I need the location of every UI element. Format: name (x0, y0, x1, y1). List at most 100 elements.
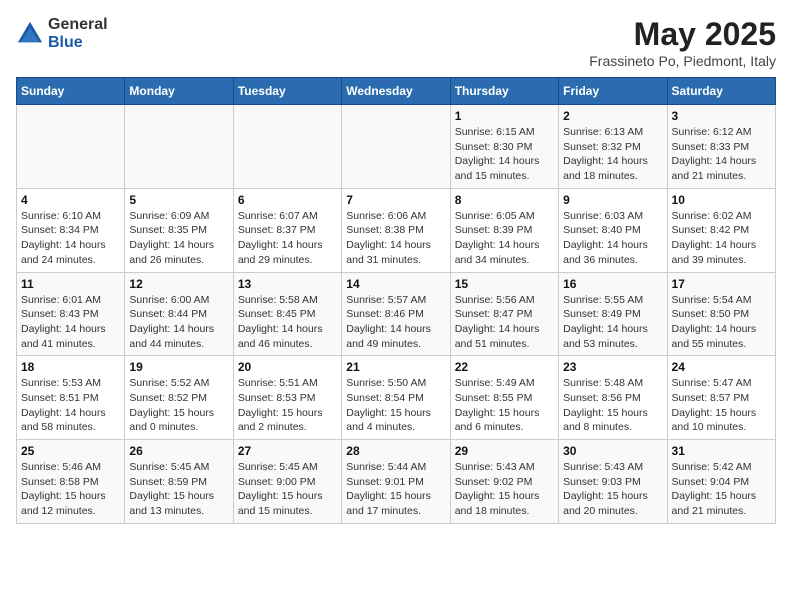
day-info: Sunrise: 5:43 AMSunset: 9:02 PMDaylight:… (455, 460, 554, 519)
day-info: Sunrise: 5:49 AMSunset: 8:55 PMDaylight:… (455, 376, 554, 435)
day-number: 14 (346, 277, 445, 291)
day-number: 5 (129, 193, 228, 207)
header-day-friday: Friday (559, 78, 667, 105)
week-row-2: 4Sunrise: 6:10 AMSunset: 8:34 PMDaylight… (17, 188, 776, 272)
day-info: Sunrise: 6:12 AMSunset: 8:33 PMDaylight:… (672, 125, 771, 184)
day-number: 3 (672, 109, 771, 123)
header-day-sunday: Sunday (17, 78, 125, 105)
day-info: Sunrise: 6:07 AMSunset: 8:37 PMDaylight:… (238, 209, 337, 268)
day-info: Sunrise: 5:57 AMSunset: 8:46 PMDaylight:… (346, 293, 445, 352)
day-info: Sunrise: 5:47 AMSunset: 8:57 PMDaylight:… (672, 376, 771, 435)
header-day-thursday: Thursday (450, 78, 558, 105)
day-info: Sunrise: 5:52 AMSunset: 8:52 PMDaylight:… (129, 376, 228, 435)
calendar-cell: 27 Sunrise: 5:45 AMSunset: 9:00 PMDayligh… (233, 440, 341, 524)
day-info: Sunrise: 5:56 AMSunset: 8:47 PMDaylight:… (455, 293, 554, 352)
calendar-cell: 29 Sunrise: 5:43 AMSunset: 9:02 PMDayligh… (450, 440, 558, 524)
day-number: 29 (455, 444, 554, 458)
day-number: 19 (129, 360, 228, 374)
calendar-cell: 2 Sunrise: 6:13 AMSunset: 8:32 PMDaylight… (559, 105, 667, 189)
logo-blue: Blue (48, 34, 108, 52)
header-row: SundayMondayTuesdayWednesdayThursdayFrid… (17, 78, 776, 105)
day-number: 23 (563, 360, 662, 374)
calendar-cell: 6 Sunrise: 6:07 AMSunset: 8:37 PMDaylight… (233, 188, 341, 272)
day-info: Sunrise: 5:58 AMSunset: 8:45 PMDaylight:… (238, 293, 337, 352)
logo-general: General (48, 16, 108, 34)
week-row-3: 11Sunrise: 6:01 AMSunset: 8:43 PMDayligh… (17, 272, 776, 356)
calendar-cell: 20 Sunrise: 5:51 AMSunset: 8:53 PMDayligh… (233, 356, 341, 440)
day-info: Sunrise: 6:13 AMSunset: 8:32 PMDaylight:… (563, 125, 662, 184)
day-number: 26 (129, 444, 228, 458)
day-number: 27 (238, 444, 337, 458)
day-info: Sunrise: 6:05 AMSunset: 8:39 PMDaylight:… (455, 209, 554, 268)
calendar-cell (125, 105, 233, 189)
calendar-cell: 3 Sunrise: 6:12 AMSunset: 8:33 PMDaylight… (667, 105, 775, 189)
day-number: 1 (455, 109, 554, 123)
calendar-cell: 26 Sunrise: 5:45 AMSunset: 8:59 PMDayligh… (125, 440, 233, 524)
day-number: 6 (238, 193, 337, 207)
calendar-header: SundayMondayTuesdayWednesdayThursdayFrid… (17, 78, 776, 105)
day-info: Sunrise: 6:09 AMSunset: 8:35 PMDaylight:… (129, 209, 228, 268)
day-info: Sunrise: 5:45 AMSunset: 9:00 PMDaylight:… (238, 460, 337, 519)
day-number: 16 (563, 277, 662, 291)
day-number: 2 (563, 109, 662, 123)
calendar-cell: 11Sunrise: 6:01 AMSunset: 8:43 PMDayligh… (17, 272, 125, 356)
day-info: Sunrise: 5:55 AMSunset: 8:49 PMDaylight:… (563, 293, 662, 352)
header-day-tuesday: Tuesday (233, 78, 341, 105)
logo-icon (16, 20, 44, 48)
day-number: 8 (455, 193, 554, 207)
calendar-cell: 18 Sunrise: 5:53 AMSunset: 8:51 PMDayligh… (17, 356, 125, 440)
calendar-cell: 30Sunrise: 5:43 AMSunset: 9:03 PMDayligh… (559, 440, 667, 524)
calendar-cell: 24Sunrise: 5:47 AMSunset: 8:57 PMDayligh… (667, 356, 775, 440)
calendar-cell: 16 Sunrise: 5:55 AMSunset: 8:49 PMDayligh… (559, 272, 667, 356)
calendar-cell: 31Sunrise: 5:42 AMSunset: 9:04 PMDayligh… (667, 440, 775, 524)
calendar-cell: 25Sunrise: 5:46 AMSunset: 8:58 PMDayligh… (17, 440, 125, 524)
day-info: Sunrise: 6:00 AMSunset: 8:44 PMDaylight:… (129, 293, 228, 352)
calendar-cell: 23 Sunrise: 5:48 AMSunset: 8:56 PMDayligh… (559, 356, 667, 440)
header-day-wednesday: Wednesday (342, 78, 450, 105)
day-info: Sunrise: 5:45 AMSunset: 8:59 PMDaylight:… (129, 460, 228, 519)
subtitle: Frassineto Po, Piedmont, Italy (589, 53, 776, 69)
day-info: Sunrise: 5:51 AMSunset: 8:53 PMDaylight:… (238, 376, 337, 435)
page-header: General Blue May 2025 Frassineto Po, Pie… (16, 16, 776, 69)
calendar-cell: 5 Sunrise: 6:09 AMSunset: 8:35 PMDaylight… (125, 188, 233, 272)
header-day-saturday: Saturday (667, 78, 775, 105)
day-number: 9 (563, 193, 662, 207)
week-row-5: 25Sunrise: 5:46 AMSunset: 8:58 PMDayligh… (17, 440, 776, 524)
day-number: 12 (129, 277, 228, 291)
day-info: Sunrise: 5:42 AMSunset: 9:04 PMDaylight:… (672, 460, 771, 519)
calendar-cell: 19 Sunrise: 5:52 AMSunset: 8:52 PMDayligh… (125, 356, 233, 440)
day-info: Sunrise: 5:48 AMSunset: 8:56 PMDaylight:… (563, 376, 662, 435)
day-info: Sunrise: 5:44 AMSunset: 9:01 PMDaylight:… (346, 460, 445, 519)
calendar-cell: 7 Sunrise: 6:06 AMSunset: 8:38 PMDaylight… (342, 188, 450, 272)
day-number: 25 (21, 444, 120, 458)
calendar-table: SundayMondayTuesdayWednesdayThursdayFrid… (16, 77, 776, 524)
calendar-cell: 28 Sunrise: 5:44 AMSunset: 9:01 PMDayligh… (342, 440, 450, 524)
calendar-cell: 14 Sunrise: 5:57 AMSunset: 8:46 PMDayligh… (342, 272, 450, 356)
calendar-cell: 1 Sunrise: 6:15 AMSunset: 8:30 PMDaylight… (450, 105, 558, 189)
day-number: 20 (238, 360, 337, 374)
day-number: 10 (672, 193, 771, 207)
calendar-cell (233, 105, 341, 189)
day-number: 17 (672, 277, 771, 291)
title-block: May 2025 Frassineto Po, Piedmont, Italy (589, 16, 776, 69)
day-number: 28 (346, 444, 445, 458)
day-info: Sunrise: 5:54 AMSunset: 8:50 PMDaylight:… (672, 293, 771, 352)
calendar-cell: 15Sunrise: 5:56 AMSunset: 8:47 PMDayligh… (450, 272, 558, 356)
calendar-cell (342, 105, 450, 189)
day-info: Sunrise: 6:15 AMSunset: 8:30 PMDaylight:… (455, 125, 554, 184)
day-number: 7 (346, 193, 445, 207)
week-row-4: 18 Sunrise: 5:53 AMSunset: 8:51 PMDayligh… (17, 356, 776, 440)
calendar-body: 1 Sunrise: 6:15 AMSunset: 8:30 PMDaylight… (17, 105, 776, 524)
calendar-cell: 17 Sunrise: 5:54 AMSunset: 8:50 PMDayligh… (667, 272, 775, 356)
day-info: Sunrise: 5:50 AMSunset: 8:54 PMDaylight:… (346, 376, 445, 435)
calendar-cell: 21Sunrise: 5:50 AMSunset: 8:54 PMDayligh… (342, 356, 450, 440)
calendar-cell: 4Sunrise: 6:10 AMSunset: 8:34 PMDaylight… (17, 188, 125, 272)
main-title: May 2025 (589, 16, 776, 53)
calendar-cell: 8 Sunrise: 6:05 AMSunset: 8:39 PMDaylight… (450, 188, 558, 272)
day-info: Sunrise: 5:53 AMSunset: 8:51 PMDaylight:… (21, 376, 120, 435)
week-row-1: 1 Sunrise: 6:15 AMSunset: 8:30 PMDaylight… (17, 105, 776, 189)
calendar-cell: 22Sunrise: 5:49 AMSunset: 8:55 PMDayligh… (450, 356, 558, 440)
day-info: Sunrise: 6:06 AMSunset: 8:38 PMDaylight:… (346, 209, 445, 268)
day-number: 18 (21, 360, 120, 374)
day-info: Sunrise: 6:03 AMSunset: 8:40 PMDaylight:… (563, 209, 662, 268)
